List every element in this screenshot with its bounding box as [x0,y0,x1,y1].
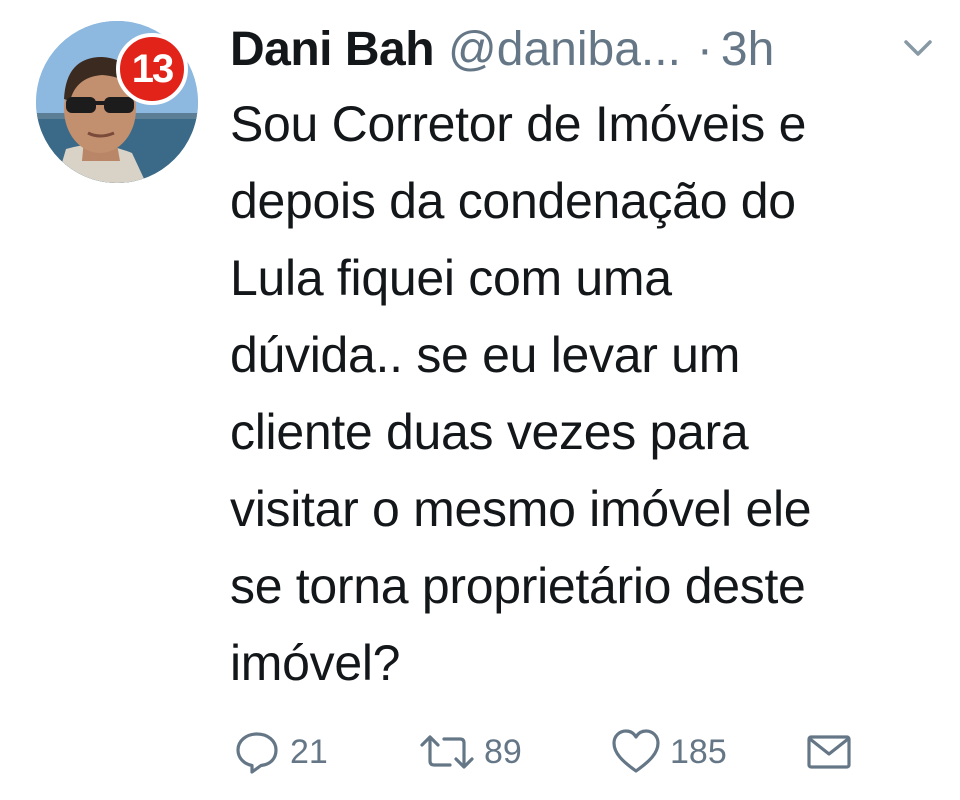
avatar-badge: 13 [116,33,188,105]
chevron-down-icon[interactable] [898,28,938,68]
tweet-text-line: depois da condenação do [230,173,796,229]
tweet-timestamp[interactable]: 3h [721,22,774,77]
retweet-count: 89 [484,732,522,771]
speech-bubble-icon [232,727,282,777]
like-count: 185 [670,732,727,771]
tweet-text-line: Lula fiquei com uma [230,250,672,306]
author-handle[interactable]: @daniba... [448,22,681,77]
direct-message-button[interactable] [806,722,852,782]
tweet-text-line: imóvel? [230,635,401,691]
reply-button[interactable]: 21 [232,722,328,782]
tweet-text-line: cliente duas vezes para [230,404,749,460]
tweet-card[interactable]: 13 Dani Bah @daniba... · 3h Sou Corretor… [0,0,960,800]
tweet-text: Sou Corretor de Imóveis e depois da cond… [230,86,940,702]
separator-dot: · [696,22,713,76]
tweet-header: Dani Bah @daniba... · 3h [230,14,940,84]
tweet-actions: 21 89 185 [230,722,930,782]
tweet-text-line: dúvida.. se eu levar um [230,327,741,383]
tweet-text-line: Sou Corretor de Imóveis e [230,96,807,152]
reply-count: 21 [290,732,328,771]
retweet-button[interactable]: 89 [418,722,522,782]
heart-icon [610,727,662,777]
tweet-text-line: visitar o mesmo imóvel ele [230,481,812,537]
like-button[interactable]: 185 [610,722,727,782]
tweet-text-line: se torna proprietário deste [230,558,806,614]
author-name[interactable]: Dani Bah [230,22,435,77]
envelope-icon [806,729,852,775]
retweet-icon [418,727,476,777]
